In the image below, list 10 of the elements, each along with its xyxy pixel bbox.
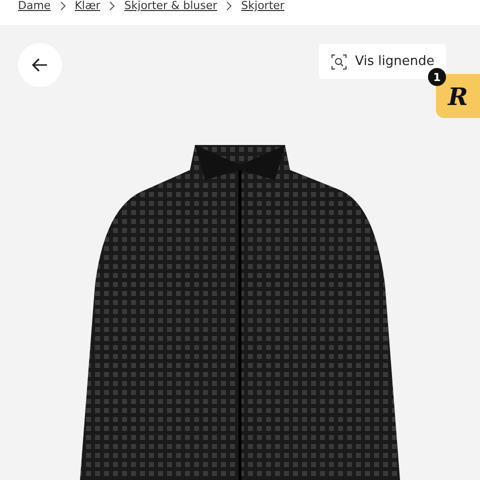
breadcrumb-link[interactable]: Dame — [18, 0, 51, 12]
breadcrumb-link[interactable]: Skjorter & bluser — [124, 0, 218, 12]
arrow-left-icon — [32, 58, 48, 72]
search-icon — [331, 54, 347, 70]
chevron-icon — [108, 0, 116, 12]
breadcrumb-link[interactable]: Klær — [74, 0, 100, 12]
back-button[interactable] — [18, 43, 62, 87]
breadcrumb-link[interactable]: Skjorter — [241, 0, 284, 12]
chevron-icon — [58, 0, 67, 12]
chevron-icon — [225, 0, 234, 12]
